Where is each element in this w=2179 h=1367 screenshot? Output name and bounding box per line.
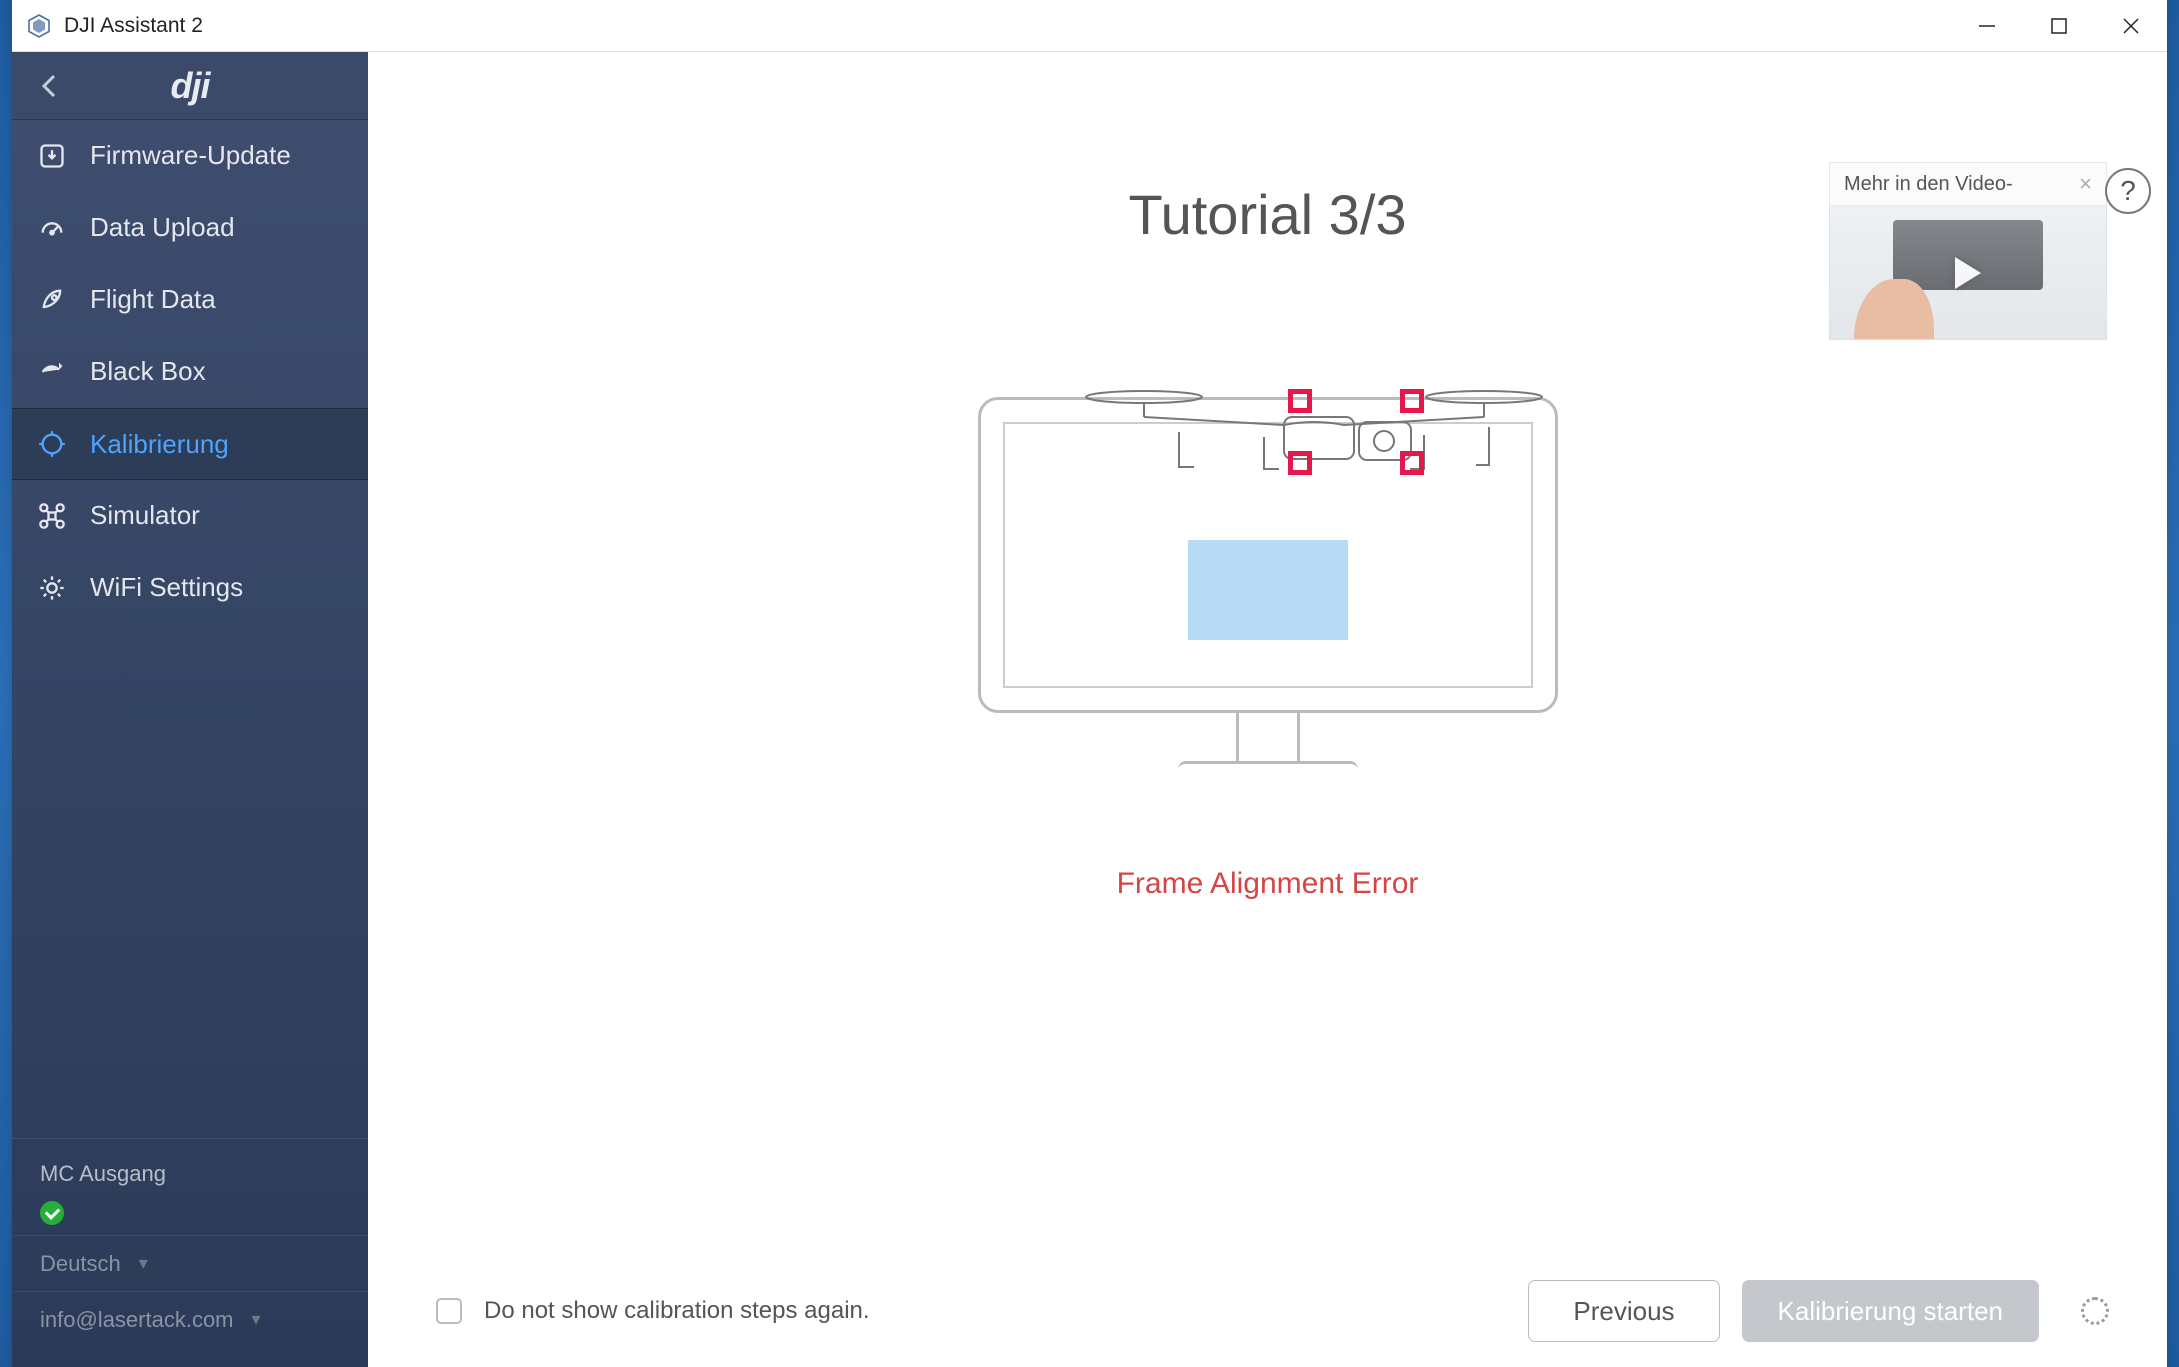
- minimize-button[interactable]: [1951, 0, 2023, 52]
- app-window: DJI Assistant 2 dji: [12, 0, 2167, 1367]
- previous-button[interactable]: Previous: [1528, 1280, 1719, 1342]
- sidebar-header: dji: [12, 52, 368, 120]
- app-title: DJI Assistant 2: [64, 14, 203, 38]
- account-selector[interactable]: info@lasertack.com ▾: [12, 1291, 368, 1347]
- nav-firmware-update[interactable]: Firmware-Update: [12, 120, 368, 192]
- nav-label: Kalibrierung: [90, 429, 229, 460]
- sidebar-footer: MC Ausgang Deutsch ▾ info@lasertack.com …: [12, 1138, 368, 1367]
- sidebar: dji Firmware-Update Data Upload: [12, 52, 368, 1367]
- language-selector[interactable]: Deutsch ▾: [12, 1235, 368, 1291]
- caret-down-icon: ▾: [139, 1253, 148, 1274]
- nav-label: WiFi Settings: [90, 572, 243, 603]
- tutorial-title: Tutorial 3/3: [1128, 182, 1406, 247]
- nav-calibration[interactable]: Kalibrierung: [12, 408, 368, 480]
- close-button[interactable]: [2095, 0, 2167, 52]
- app-icon: [26, 13, 52, 39]
- nav-simulator[interactable]: Simulator: [12, 480, 368, 552]
- caret-down-icon: ▾: [252, 1309, 261, 1330]
- focus-bracket-icon: [1288, 389, 1424, 475]
- drone-icon: [36, 500, 68, 532]
- nav-label: Data Upload: [90, 212, 235, 243]
- rocket-icon: [36, 284, 68, 316]
- status-ok-icon: [40, 1201, 64, 1225]
- download-chip-icon: [36, 140, 68, 172]
- gauge-icon: [36, 212, 68, 244]
- dji-logo: dji: [64, 65, 344, 107]
- dont-show-checkbox[interactable]: [436, 1298, 462, 1324]
- help-button[interactable]: ?: [2105, 168, 2151, 214]
- help-card-header: Mehr in den Video- ×: [1829, 162, 2107, 206]
- bottom-bar: Do not show calibration steps again. Pre…: [368, 1255, 2167, 1367]
- maximize-button[interactable]: [2023, 0, 2095, 52]
- titlebar: DJI Assistant 2: [12, 0, 2167, 52]
- calibration-illustration: [978, 347, 1558, 787]
- nav-label: Black Box: [90, 356, 206, 387]
- nav-flight-data[interactable]: Flight Data: [12, 264, 368, 336]
- error-message: Frame Alignment Error: [1117, 867, 1419, 901]
- sidebar-nav: Firmware-Update Data Upload Flight Data: [12, 120, 368, 624]
- main-panel: Tutorial 3/3: [368, 52, 2167, 1367]
- gear-icon: [36, 572, 68, 604]
- start-calibration-button[interactable]: Kalibrierung starten: [1742, 1280, 2039, 1342]
- back-button[interactable]: [36, 72, 64, 100]
- nav-data-upload[interactable]: Data Upload: [12, 192, 368, 264]
- status-label: MC Ausgang: [40, 1161, 340, 1187]
- share-arrow-icon: [36, 356, 68, 388]
- window-controls: [1951, 0, 2167, 52]
- language-label: Deutsch: [40, 1251, 121, 1277]
- nav-wifi-settings[interactable]: WiFi Settings: [12, 552, 368, 624]
- help-video-card: Mehr in den Video- ×: [1829, 162, 2107, 340]
- main-content: Tutorial 3/3: [368, 52, 2167, 1255]
- close-icon[interactable]: ×: [2079, 171, 2092, 197]
- nav-black-box[interactable]: Black Box: [12, 336, 368, 408]
- mc-status: MC Ausgang: [12, 1138, 368, 1235]
- nav-label: Firmware-Update: [90, 140, 291, 171]
- nav-label: Simulator: [90, 500, 200, 531]
- crosshair-icon: [36, 428, 68, 460]
- account-label: info@lasertack.com: [40, 1307, 234, 1333]
- loading-spinner-icon: [2081, 1297, 2109, 1325]
- play-icon: [1955, 257, 1981, 289]
- help-tooltip-text: Mehr in den Video-: [1844, 173, 2013, 196]
- nav-label: Flight Data: [90, 284, 216, 315]
- help-video-thumbnail[interactable]: [1829, 206, 2107, 340]
- dont-show-label: Do not show calibration steps again.: [484, 1297, 870, 1325]
